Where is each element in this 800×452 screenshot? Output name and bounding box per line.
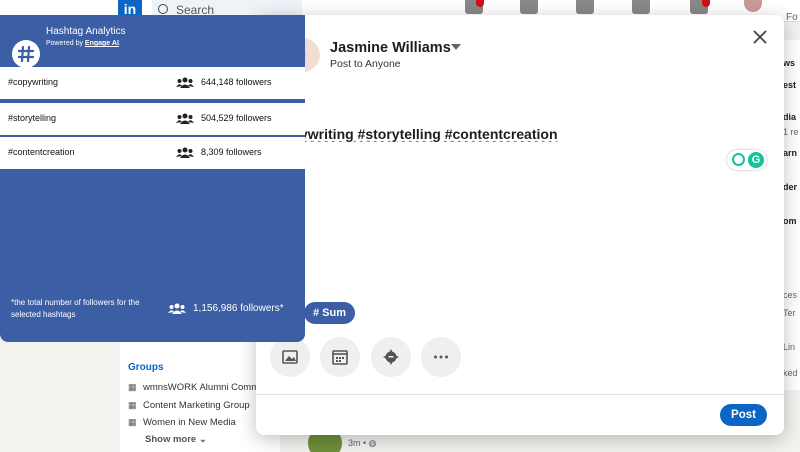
followers-icon bbox=[168, 303, 186, 314]
grammarly-icon[interactable]: G bbox=[748, 152, 764, 168]
divider bbox=[256, 394, 784, 395]
footnote: *the total number of followers for the s… bbox=[11, 297, 161, 321]
hashtag-followers: 504,529 followers bbox=[201, 113, 272, 123]
right-rail-text: ked bbox=[783, 368, 798, 378]
right-rail-text: 1 re bbox=[783, 127, 799, 137]
caret-down-icon[interactable] bbox=[451, 44, 461, 50]
globe-icon: ◍ bbox=[369, 438, 377, 448]
hashtag-row[interactable]: #copywriting 644,148 followers bbox=[0, 67, 305, 99]
chevron-down-icon: ⌄ bbox=[199, 434, 207, 445]
post-timestamp: 3m • ◍ bbox=[348, 438, 377, 449]
hashtag-row[interactable]: #contentcreation 8,309 followers bbox=[0, 137, 305, 169]
followers-icon bbox=[176, 77, 194, 88]
celebrate-button[interactable] bbox=[371, 337, 411, 377]
group-item-label: Content Marketing Group bbox=[143, 400, 250, 411]
engage-ai-link[interactable]: Engage AI bbox=[85, 40, 119, 47]
add-image-button[interactable] bbox=[270, 337, 310, 377]
post-text-editor[interactable]: ywriting #storytelling #contentcreation bbox=[300, 126, 570, 142]
image-icon bbox=[282, 349, 298, 365]
calendar-icon bbox=[332, 349, 348, 365]
right-rail-text: der bbox=[783, 182, 797, 192]
right-rail-text: ws bbox=[783, 58, 795, 68]
powered-by-suffix: . bbox=[119, 40, 121, 47]
hashtag-name: #contentcreation bbox=[8, 147, 75, 157]
sum-label: Sum bbox=[322, 307, 346, 319]
panel-title: Hashtag Analytics bbox=[46, 26, 126, 37]
jobs-icon[interactable] bbox=[576, 0, 594, 14]
more-icon bbox=[433, 349, 449, 365]
total-followers: 1,156,986 followers* bbox=[193, 303, 284, 314]
right-rail-text: est bbox=[783, 80, 796, 90]
hashtag-row[interactable]: #storytelling 504,529 followers bbox=[0, 103, 305, 135]
powered-by-prefix: Powered by bbox=[46, 40, 83, 47]
grammarly-widget[interactable]: G bbox=[727, 150, 767, 170]
nav-truncated-label: Fo bbox=[786, 12, 798, 23]
post-button[interactable]: Post bbox=[720, 404, 767, 426]
author-name[interactable]: Jasmine Williams bbox=[330, 40, 451, 56]
sum-button[interactable]: # Sum bbox=[304, 302, 355, 324]
group-item-label: wmnsWORK Alumni Comm bbox=[143, 382, 259, 393]
group-icon: ▦ bbox=[128, 382, 138, 393]
group-icon: ▦ bbox=[128, 417, 138, 428]
followers-icon bbox=[176, 113, 194, 124]
show-more-label: Show more bbox=[145, 434, 196, 445]
close-icon bbox=[753, 30, 767, 44]
more-options-button[interactable] bbox=[421, 337, 461, 377]
right-rail-text: Lin bbox=[783, 342, 795, 352]
right-rail: ws est dia 1 re arn der om ces Ter Lin k… bbox=[783, 40, 800, 390]
hashtag-logo-icon bbox=[12, 40, 40, 68]
group-item-label: Women in New Media bbox=[143, 417, 236, 428]
powered-by: Powered by Engage AI. bbox=[46, 40, 121, 47]
hashtag-icon: # bbox=[313, 307, 319, 319]
followers-icon bbox=[176, 147, 194, 158]
show-more-button[interactable]: Show more ⌄ bbox=[145, 434, 207, 445]
messaging-icon[interactable] bbox=[632, 0, 650, 14]
right-rail-text: arn bbox=[783, 148, 797, 158]
search-icon bbox=[158, 4, 168, 14]
right-rail-text: ces bbox=[783, 290, 797, 300]
group-icon: ▦ bbox=[128, 400, 138, 411]
create-event-button[interactable] bbox=[320, 337, 360, 377]
hashtag-followers: 644,148 followers bbox=[201, 77, 272, 87]
badge-icon bbox=[383, 349, 399, 365]
hashtag-followers: 8,309 followers bbox=[201, 147, 262, 157]
right-rail-text: dia bbox=[783, 112, 796, 122]
hashtag-analytics-panel: Hashtag Analytics Powered by Engage AI. … bbox=[0, 15, 305, 342]
post-text-content: ywriting #storytelling #contentcreation bbox=[300, 126, 558, 142]
network-icon[interactable] bbox=[520, 0, 538, 14]
lightbulb-icon[interactable] bbox=[732, 153, 745, 166]
hashtag-name: #copywriting bbox=[8, 77, 58, 87]
right-rail-text: Ter bbox=[783, 308, 796, 318]
hashtag-name: #storytelling bbox=[8, 113, 56, 123]
right-rail-text: om bbox=[783, 216, 797, 226]
groups-title[interactable]: Groups bbox=[128, 362, 164, 373]
visibility-selector[interactable]: Post to Anyone bbox=[330, 58, 401, 70]
close-button[interactable] bbox=[748, 26, 772, 50]
